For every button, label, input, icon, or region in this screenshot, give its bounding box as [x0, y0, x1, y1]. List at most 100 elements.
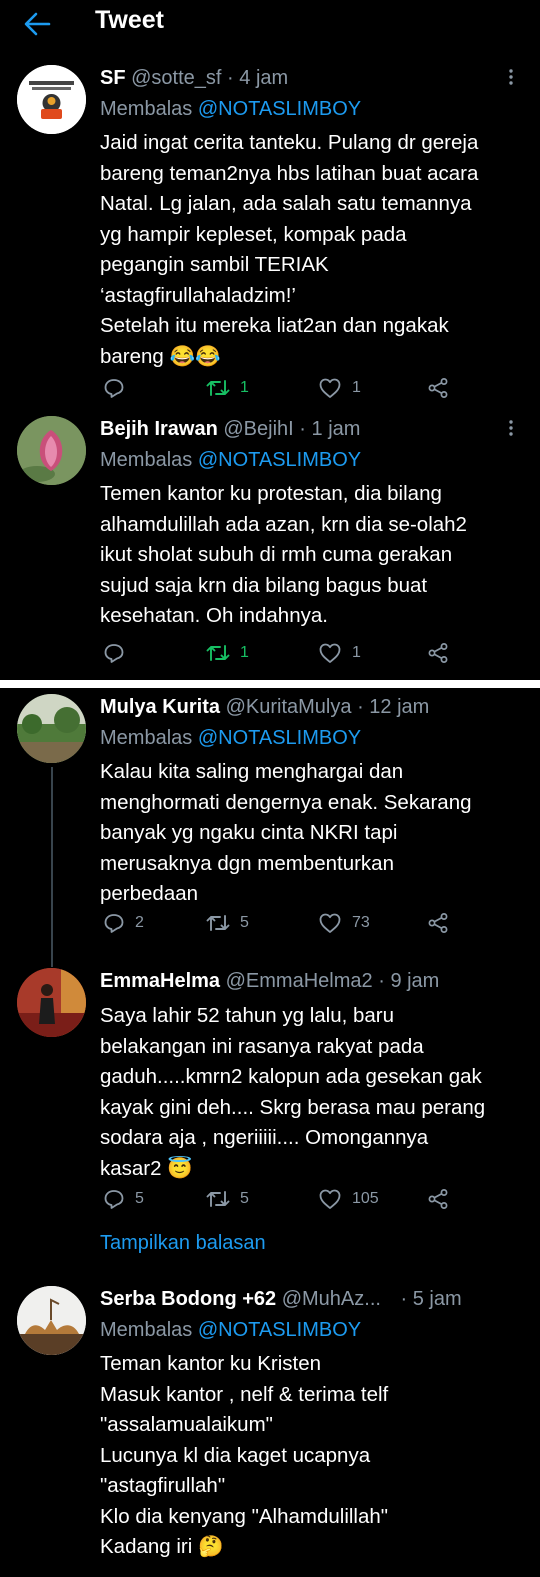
share-icon [428, 378, 448, 398]
reply-context: Membalas @NOTASLIMBOY [100, 447, 361, 473]
retweet-button[interactable]: 1 [206, 375, 249, 401]
text-line: "astagfirullah" [100, 1474, 226, 1497]
heart-icon [319, 1189, 341, 1209]
more-options-button[interactable] [505, 67, 517, 87]
share-button[interactable] [427, 375, 449, 401]
display-name[interactable]: Bejih Irawan [100, 418, 218, 440]
reply-prefix: Membalas [100, 449, 193, 471]
user-handle[interactable]: @BejihI [223, 418, 293, 440]
reply-context: Membalas @NOTASLIMBOY [100, 96, 361, 122]
tweet-actions: 1 1 [0, 640, 540, 666]
text-line: menghormati dengernya enak. Sekarang [100, 790, 472, 814]
person-photo-icon [17, 968, 86, 1037]
tweet-actions: 5 5 105 [0, 1186, 540, 1212]
timestamp[interactable]: 12 jam [369, 696, 429, 718]
reply-count: 5 [135, 1190, 144, 1207]
separator-dot: · [299, 418, 306, 440]
user-handle[interactable]: @EmmaHelma2 [226, 970, 373, 992]
retweet-button[interactable]: 5 [206, 1186, 249, 1212]
heart-icon [319, 643, 341, 663]
tweet-header: EmmaHelma @EmmaHelma2 · 9 jam [100, 968, 439, 994]
timestamp[interactable]: 5 jam [413, 1288, 462, 1310]
tweet-actions: 2 5 73 [0, 910, 540, 936]
sculpture-photo-icon [17, 1286, 86, 1355]
reply-button[interactable] [103, 375, 125, 401]
tweet-screen-bottom: Mulya Kurita @KuritaMulya · 12 jam Memba… [0, 688, 540, 1577]
tweet-header: Serba Bodong +62 @MuhAz... · 5 jam [100, 1286, 462, 1312]
timestamp[interactable]: 9 jam [390, 970, 439, 992]
text-line: belakangan ini rasanya rakyat pada [100, 1034, 424, 1058]
user-handle[interactable]: @sotte_sf [131, 67, 221, 89]
display-name[interactable]: SF [100, 67, 126, 89]
share-button[interactable] [427, 1186, 449, 1212]
text-line: kayak gini deh.... Skrg berasa mau peran… [100, 1095, 486, 1119]
like-button[interactable]: 1 [318, 640, 361, 666]
avatar[interactable] [17, 694, 86, 763]
text-line: Masuk kantor , nelf & terima telf [100, 1382, 389, 1406]
display-name[interactable]: Mulya Kurita [100, 696, 220, 718]
tweet-text: Temen kantor ku protestan, dia bilang al… [100, 479, 530, 632]
retweet-button[interactable]: 1 [206, 640, 249, 666]
retweet-count: 1 [240, 644, 249, 661]
timestamp[interactable]: 4 jam [239, 67, 288, 89]
text-line: Natal. Lg jalan, ada salah satu temannya [100, 192, 472, 215]
reply-icon [104, 644, 124, 663]
mention-link[interactable]: @NOTASLIMBOY [198, 98, 361, 120]
tweet-text: Kalau kita saling menghargai dan menghor… [100, 757, 530, 910]
reply-button[interactable] [103, 640, 125, 666]
text-line: kesehatan. Oh indahnya. [100, 604, 328, 627]
text-line: alhamdulillah ada azan, krn dia se-olah2 [100, 512, 467, 536]
reply-button[interactable]: 2 [103, 910, 144, 936]
header: Tweet [0, 0, 540, 50]
avatar-logo-icon [17, 65, 86, 134]
text-line: merusaknya dgn membenturkan [100, 851, 394, 875]
reply-button[interactable]: 5 [103, 1186, 144, 1212]
like-count: 1 [352, 644, 361, 661]
display-name[interactable]: Serba Bodong +62 [100, 1288, 276, 1310]
text-line: bareng teman2nya hbs latihan buat acara [100, 161, 479, 185]
avatar[interactable] [17, 65, 86, 134]
mention-link[interactable]: @NOTASLIMBOY [198, 727, 361, 749]
share-button[interactable] [427, 640, 449, 666]
text-line: perbedaan [100, 882, 199, 905]
text-line: Teman kantor ku Kristen [100, 1352, 322, 1375]
text-line: sodara aja , ngeriiiii.... Omongannya [100, 1126, 429, 1149]
text-line: Jaid ingat cerita tanteku. Pulang dr ger… [100, 131, 479, 154]
heart-icon [319, 378, 341, 398]
avatar[interactable] [17, 416, 86, 485]
text-line: sujud saja krn dia bilang bagus buat [100, 573, 428, 597]
share-icon [428, 1189, 448, 1209]
mention-link[interactable]: @NOTASLIMBOY [198, 449, 361, 471]
like-button[interactable]: 105 [318, 1186, 379, 1212]
like-button[interactable]: 1 [318, 375, 361, 401]
reply-prefix: Membalas [100, 1319, 193, 1341]
avatar[interactable] [17, 1286, 86, 1355]
separator-dot: · [400, 1288, 408, 1310]
like-count: 73 [352, 914, 370, 931]
avatar[interactable] [17, 968, 86, 1037]
separator-dot: · [227, 67, 234, 89]
text-line: ikut sholat subuh di rmh cuma gerakan [100, 543, 453, 566]
retweet-icon [206, 915, 230, 931]
like-button[interactable]: 73 [318, 910, 370, 936]
display-name[interactable]: EmmaHelma [100, 970, 220, 992]
separator-dot: · [357, 696, 364, 718]
tweet-header: Mulya Kurita @KuritaMulya · 12 jam [100, 694, 429, 720]
tweet-text: Saya lahir 52 tahun yg lalu, baru belaka… [100, 1001, 530, 1184]
timestamp[interactable]: 1 jam [312, 418, 361, 440]
text-line: "assalamualaikum" [100, 1413, 273, 1436]
tweet-actions: 1 1 [0, 375, 540, 401]
text-line: banyak yg ngaku cinta NKRI tapi [100, 821, 398, 844]
show-replies-link[interactable]: Tampilkan balasan [100, 1232, 266, 1255]
share-button[interactable] [427, 910, 449, 936]
more-options-button[interactable] [505, 418, 517, 438]
back-button[interactable] [22, 10, 52, 38]
reply-count: 2 [135, 914, 144, 931]
text-line: gaduh.....kmrn2 kalopun ada gesekan gak [100, 1065, 482, 1088]
reply-context: Membalas @NOTASLIMBOY [100, 1317, 361, 1343]
retweet-button[interactable]: 5 [206, 910, 249, 936]
user-handle[interactable]: @KuritaMulya [226, 696, 352, 718]
user-handle[interactable]: @MuhAz... [282, 1288, 381, 1310]
retweet-icon [206, 645, 230, 661]
mention-link[interactable]: @NOTASLIMBOY [198, 1319, 361, 1341]
